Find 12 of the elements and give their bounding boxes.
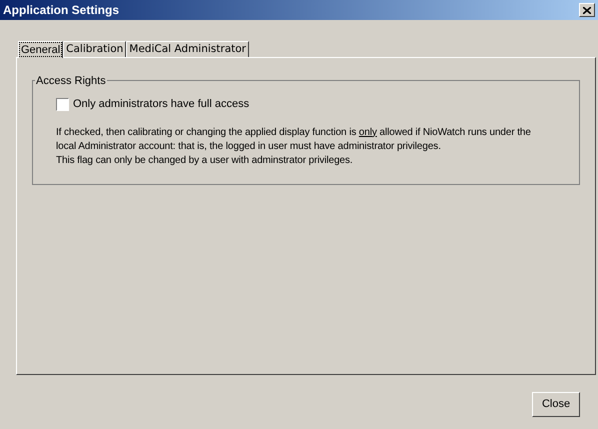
description-text: This flag can only be changed by a user with adminstrator privileges. bbox=[56, 154, 354, 168]
window-title: Application Settings bbox=[3, 2, 120, 19]
tab[interactable]: MediCal Administrator bbox=[126, 41, 249, 57]
tab[interactable]: General bbox=[18, 41, 64, 58]
group-title: Access Rights bbox=[35, 73, 107, 90]
tab[interactable]: Calibration bbox=[63, 41, 126, 57]
close-icon bbox=[583, 6, 591, 14]
close-button[interactable]: Close bbox=[532, 392, 580, 417]
description-text: If checked, then calibrating or changing the applied display function is only allowed if NioWatch runs under the local Administrator account: that is, the logged in user must have administrator privileges. bbox=[56, 126, 532, 154]
checkbox[interactable] bbox=[56, 98, 69, 111]
checkbox-label: Only administrators have full access bbox=[73, 97, 250, 112]
close-button[interactable] bbox=[579, 3, 595, 17]
